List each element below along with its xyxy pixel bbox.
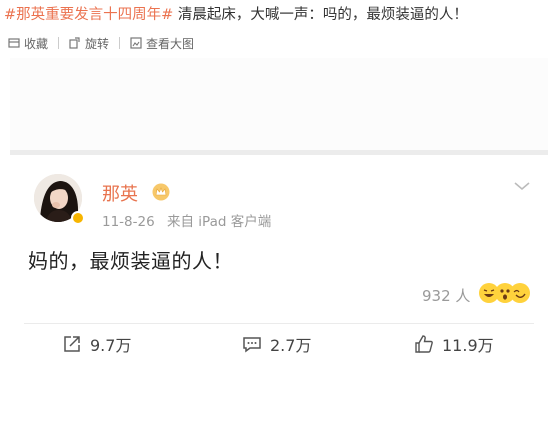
repost-count: 9.7万 — [90, 336, 132, 355]
post-text-line: #那英重要发言十四周年# 清晨起床，大喊一声：吗的，最烦装逼的人！ — [4, 4, 552, 26]
comment-count: 2.7万 — [270, 336, 312, 355]
username[interactable]: 那英 — [102, 180, 138, 206]
rotate-button[interactable]: 旋转 — [69, 35, 109, 52]
view-large-button[interactable]: 查看大图 — [130, 35, 194, 52]
thumbs-up-icon — [415, 335, 433, 353]
collect-button[interactable]: 收藏 — [8, 35, 48, 52]
view-large-label: 查看大图 — [146, 36, 195, 51]
verified-badge-icon — [71, 211, 85, 225]
toolbar-divider — [119, 37, 121, 49]
weibo-card: 那英 11-8-26 来自 iPad 客户端 妈的，最烦装逼的人！ 932 人 … — [10, 155, 548, 441]
image-blank-area — [10, 58, 548, 150]
post-date: 11-8-26 — [102, 214, 155, 230]
rotate-icon — [69, 37, 80, 49]
share-icon — [64, 336, 80, 352]
post-content: 妈的，最烦装逼的人！ — [28, 249, 233, 273]
post-meta: 11-8-26 来自 iPad 客户端 — [102, 210, 271, 230]
crown-badge-icon — [152, 183, 170, 201]
comment-button[interactable]: 2.7万 — [242, 333, 311, 355]
repost-button[interactable]: 9.7万 — [62, 333, 131, 355]
collect-icon — [8, 38, 20, 48]
chevron-down-icon[interactable] — [513, 180, 531, 192]
toolbar-divider — [58, 37, 60, 49]
like-count: 11.9万 — [442, 336, 494, 355]
like-button[interactable]: 11.9万 — [414, 333, 494, 355]
rotate-label: 旋转 — [85, 36, 110, 51]
post-source: 来自 iPad 客户端 — [167, 214, 272, 230]
image-toolbar: 收藏 旋转 查看大图 — [8, 34, 194, 52]
collect-label: 收藏 — [24, 36, 49, 51]
action-divider — [24, 323, 534, 324]
grin-emoji-icon — [510, 283, 530, 303]
view-large-icon — [130, 37, 142, 49]
post-text: 清晨起床，大喊一声：吗的，最烦装逼的人！ — [173, 7, 468, 23]
comment-icon — [243, 337, 261, 353]
post-image[interactable]: 那英 11-8-26 来自 iPad 客户端 妈的，最烦装逼的人！ 932 人 … — [10, 58, 548, 441]
hashtag-link[interactable]: #那英重要发言十四周年# — [4, 7, 173, 23]
like-count-text: 932 人 — [422, 287, 471, 305]
